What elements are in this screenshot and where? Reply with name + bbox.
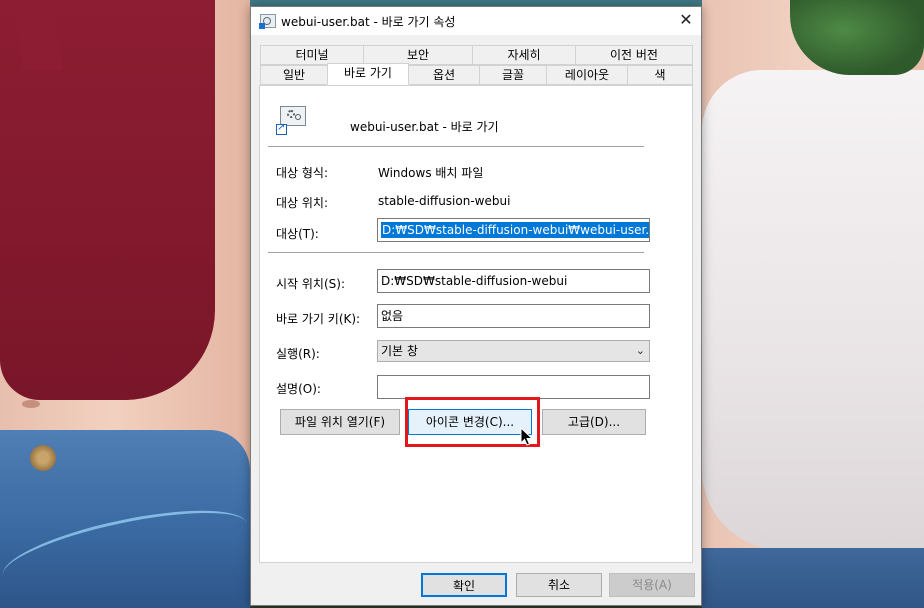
run-select-value: 기본 창 (381, 344, 418, 358)
shortcut-file-icon (259, 14, 276, 29)
tab-general[interactable]: 일반 (260, 65, 328, 85)
run-label: 실행(R): (276, 347, 320, 361)
comment-label: 설명(O): (276, 382, 321, 396)
title-bar[interactable]: webui-user.bat - 바로 가기 속성 ✕ (251, 7, 701, 35)
hotkey-label: 바로 가기 키(K): (276, 312, 361, 326)
gear-small-icon (295, 114, 301, 120)
tab-shortcut[interactable]: 바로 가기 (327, 63, 409, 85)
shortcut-tab-panel: webui-user.bat - 바로 가기 대상 형식: Windows 배치… (259, 85, 693, 563)
wallpaper-white-top (702, 70, 924, 550)
tab-font[interactable]: 글꼴 (479, 65, 547, 85)
shortcut-name: webui-user.bat - 바로 가기 (350, 120, 499, 134)
target-type-label: 대상 형식: (276, 166, 329, 180)
wallpaper-button (30, 445, 56, 471)
tab-colors[interactable]: 색 (627, 65, 693, 85)
properties-dialog: webui-user.bat - 바로 가기 속성 ✕ 터미널 보안 자세히 이… (250, 6, 702, 606)
advanced-button[interactable]: 고급(D)... (542, 409, 646, 435)
divider (268, 146, 644, 147)
divider (268, 252, 644, 253)
start-in-label: 시작 위치(S): (276, 277, 345, 291)
shortcut-bat-icon (276, 106, 306, 136)
apply-button[interactable]: 적용(A) (609, 573, 695, 597)
shortcut-arrow-icon (276, 122, 287, 135)
tab-terminal[interactable]: 터미널 (260, 45, 364, 65)
target-location-value: stable-diffusion-webui (378, 194, 511, 208)
tab-options[interactable]: 옵션 (408, 65, 480, 85)
run-select[interactable]: 기본 창 ⌄ (377, 340, 650, 362)
target-type-value: Windows 배치 파일 (378, 166, 484, 180)
wallpaper-detail (22, 400, 40, 408)
tab-layout[interactable]: 레이아웃 (546, 65, 628, 85)
target-input[interactable]: D:₩SD₩stable-diffusion-webui₩webui-user.… (377, 218, 650, 242)
ok-button[interactable]: 확인 (421, 573, 507, 597)
close-icon: ✕ (679, 10, 693, 29)
hotkey-input[interactable]: 없음 (377, 304, 650, 328)
tab-security[interactable]: 보안 (363, 45, 473, 65)
chevron-down-icon: ⌄ (635, 344, 645, 357)
start-in-input[interactable]: D:₩SD₩stable-diffusion-webui (377, 269, 650, 293)
target-label: 대상(T): (276, 227, 319, 241)
cancel-button[interactable]: 취소 (516, 573, 602, 597)
target-location-label: 대상 위치: (276, 196, 329, 210)
close-button[interactable]: ✕ (675, 9, 697, 31)
tab-details[interactable]: 자세히 (472, 45, 576, 65)
tab-previous-versions[interactable]: 이전 버전 (575, 45, 693, 65)
target-input-value: D:₩SD₩stable-diffusion-webui₩webui-user.… (381, 222, 649, 238)
window-title: webui-user.bat - 바로 가기 속성 (281, 15, 456, 29)
open-file-location-button[interactable]: 파일 위치 열기(F) (280, 409, 400, 435)
change-icon-button[interactable]: 아이콘 변경(C)... (408, 409, 532, 435)
wallpaper-denim-right (702, 548, 924, 608)
comment-input[interactable] (377, 375, 650, 399)
gear-icon (287, 110, 295, 118)
